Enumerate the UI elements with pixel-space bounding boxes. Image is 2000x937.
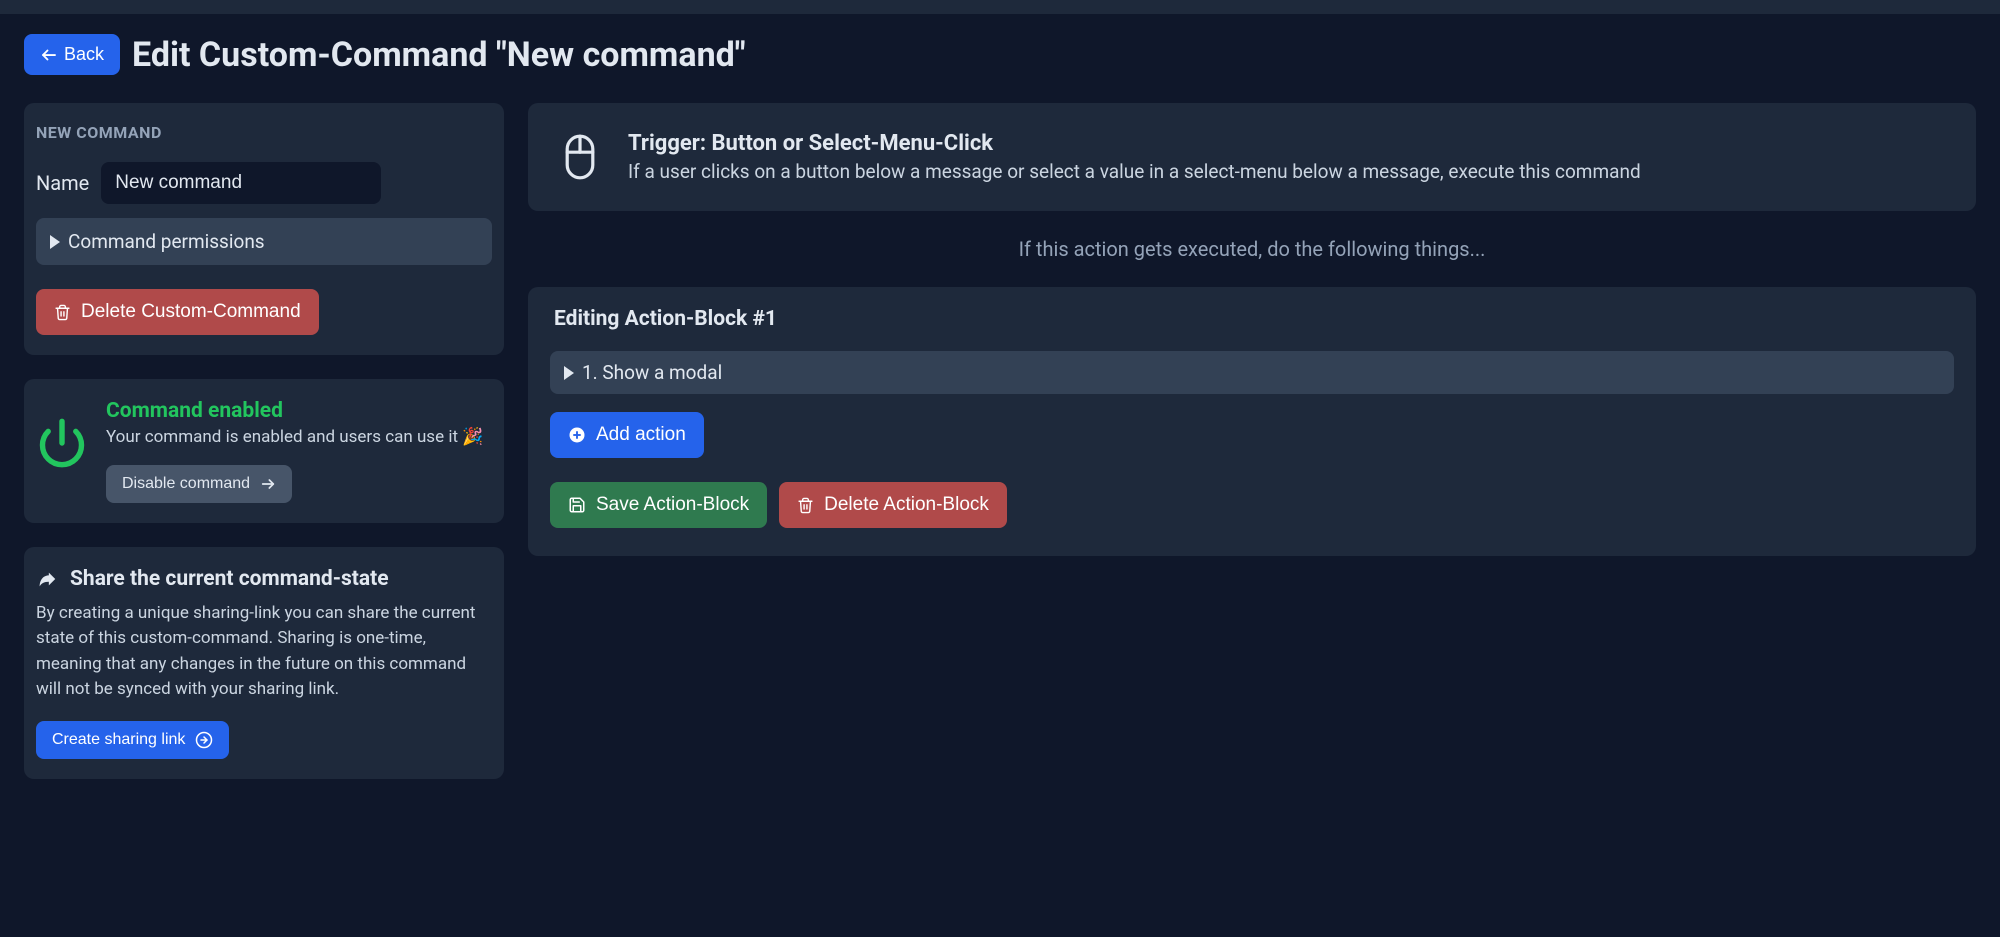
action-item-toggle[interactable]: 1. Show a modal xyxy=(550,351,1954,394)
save-action-block-button[interactable]: Save Action-Block xyxy=(550,482,767,528)
arrow-left-icon xyxy=(40,46,58,64)
share-title: Share the current command-state xyxy=(70,567,389,591)
share-description: By creating a unique sharing-link you ca… xyxy=(36,601,492,703)
mouse-icon xyxy=(560,133,600,181)
create-sharing-link-button[interactable]: Create sharing link xyxy=(36,721,229,759)
trash-icon xyxy=(54,304,71,321)
create-sharing-link-label: Create sharing link xyxy=(52,731,185,749)
delete-action-block-button[interactable]: Delete Action-Block xyxy=(779,482,1007,528)
back-button[interactable]: Back xyxy=(24,34,120,75)
header-row: Back Edit Custom-Command "New command" xyxy=(24,34,1976,75)
arrow-right-icon xyxy=(260,476,276,492)
trigger-title: Trigger: Button or Select-Menu-Click xyxy=(628,131,1641,156)
disable-command-label: Disable command xyxy=(122,475,250,493)
add-action-button[interactable]: Add action xyxy=(550,412,704,458)
delete-command-label: Delete Custom-Command xyxy=(81,301,301,323)
command-status-card: Command enabled Your command is enabled … xyxy=(24,379,504,523)
save-action-block-label: Save Action-Block xyxy=(596,494,749,516)
trigger-card: Trigger: Button or Select-Menu-Click If … xyxy=(528,103,1976,211)
trigger-description: If a user clicks on a button below a mes… xyxy=(628,160,1641,183)
trash-icon xyxy=(797,497,814,514)
arrow-circle-right-icon xyxy=(195,731,213,749)
add-action-label: Add action xyxy=(596,424,686,446)
delete-action-block-label: Delete Action-Block xyxy=(824,494,989,516)
disable-command-button[interactable]: Disable command xyxy=(106,465,292,503)
action-block-card: Editing Action-Block #1 1. Show a modal … xyxy=(528,287,1976,556)
chevron-right-icon xyxy=(564,366,574,380)
command-heading: NEW COMMAND xyxy=(36,123,492,142)
status-title: Command enabled xyxy=(106,399,492,423)
chevron-right-icon xyxy=(50,235,60,249)
delete-command-button[interactable]: Delete Custom-Command xyxy=(36,289,319,335)
save-icon xyxy=(568,496,586,514)
action-block-title: Editing Action-Block #1 xyxy=(550,307,1954,331)
status-description: Your command is enabled and users can us… xyxy=(106,425,492,451)
plus-circle-icon xyxy=(568,426,586,444)
command-settings-card: NEW COMMAND Name Command permissions Del… xyxy=(24,103,504,355)
share-icon xyxy=(36,568,58,590)
execution-hint-text: If this action gets executed, do the fol… xyxy=(528,237,1976,261)
name-row: Name xyxy=(36,162,492,204)
name-label: Name xyxy=(36,171,89,195)
top-bar xyxy=(0,0,2000,14)
command-permissions-toggle[interactable]: Command permissions xyxy=(36,218,492,265)
share-card: Share the current command-state By creat… xyxy=(24,547,504,779)
power-icon xyxy=(36,399,88,469)
action-item-label: 1. Show a modal xyxy=(582,361,722,384)
permissions-label: Command permissions xyxy=(68,230,265,253)
page-title: Edit Custom-Command "New command" xyxy=(132,35,746,75)
name-input[interactable] xyxy=(101,162,381,204)
back-button-label: Back xyxy=(64,44,104,65)
